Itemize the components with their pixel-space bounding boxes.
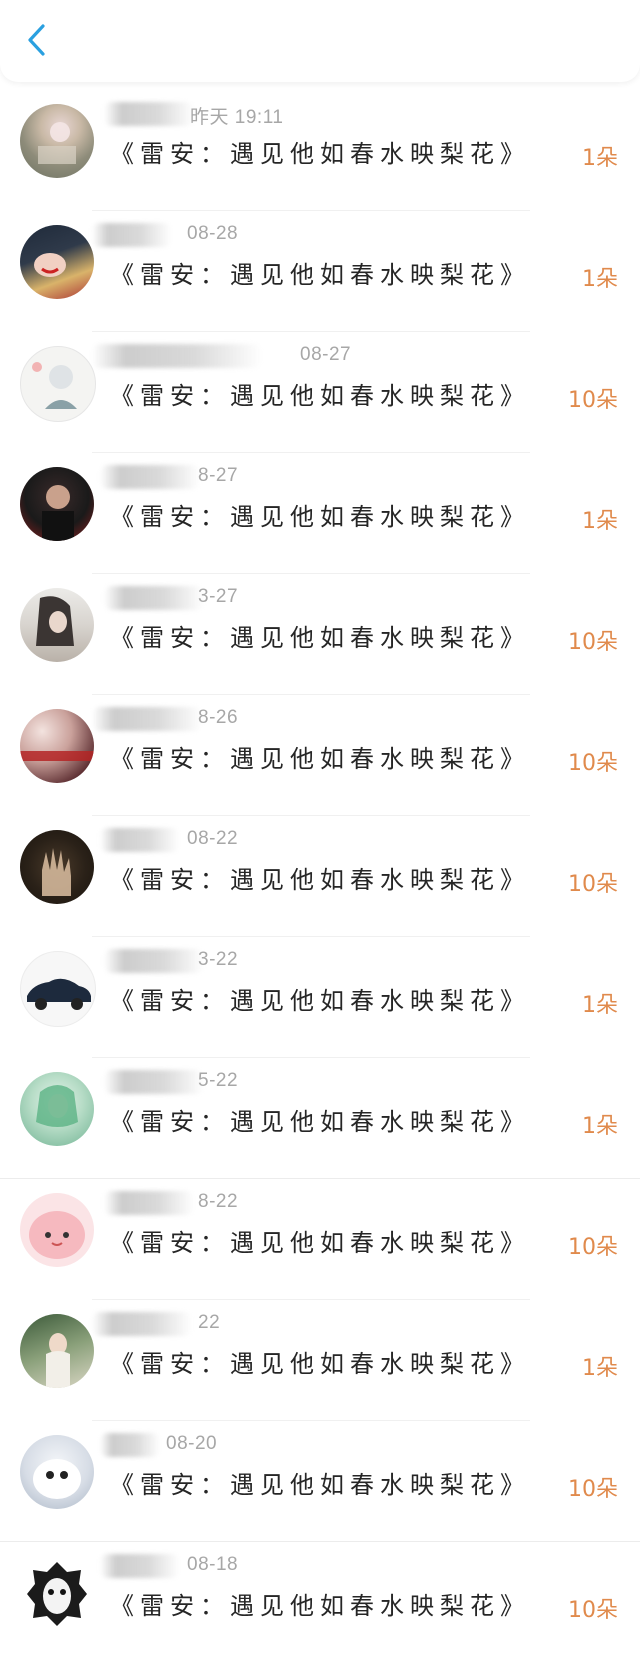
gift-list: 昨天 19:11 《雷安：遇见他如春水映梨花》 1朵 08-28 《雷安：遇见他… [0,90,640,1663]
avatar [20,1556,94,1630]
user-name-blurred [92,1312,192,1336]
list-item[interactable]: 08-18 《雷安：遇见他如春水映梨花》 10朵 [0,1542,640,1663]
user-name-blurred [104,586,204,610]
list-item[interactable]: 3-22 《雷安：遇见他如春水映梨花》 1朵 [0,937,640,1058]
gift-count: 1朵 [582,1356,618,1381]
timestamp: 3-22 [198,949,239,970]
gift-count: 10朵 [568,1235,618,1260]
list-item[interactable]: 8-27 《雷安：遇见他如春水映梨花》 1朵 [0,453,640,574]
avatar [20,830,94,904]
avatar [20,588,94,662]
timestamp: 08-28 [187,223,239,244]
item-title: 《雷安：遇见他如春水映梨花》 [110,1592,530,1620]
gift-count: 1朵 [582,267,618,292]
user-name-blurred [92,344,262,368]
user-name-blurred [104,102,194,126]
item-title: 《雷安：遇见他如春水映梨花》 [110,382,530,410]
user-name-blurred [104,1191,194,1215]
avatar [20,104,94,178]
list-item[interactable]: 5-22 《雷安：遇见他如春水映梨花》 1朵 [0,1058,640,1179]
list-item[interactable]: 昨天 19:11 《雷安：遇见他如春水映梨花》 1朵 [0,90,640,211]
gift-count: 1朵 [582,509,618,534]
user-name-blurred [100,465,200,489]
item-title: 《雷安：遇见他如春水映梨花》 [110,624,530,652]
avatar [20,951,96,1027]
timestamp: 08-22 [187,828,239,849]
chevron-left-icon [28,24,45,56]
list-item[interactable]: 8-22 《雷安：遇见他如春水映梨花》 10朵 [0,1179,640,1300]
gift-count: 1朵 [582,146,618,171]
avatar [20,467,94,541]
gift-count: 1朵 [582,1114,618,1139]
timestamp: 08-18 [187,1554,239,1575]
avatar [20,1314,94,1388]
list-item[interactable]: 08-20 《雷安：遇见他如春水映梨花》 10朵 [0,1421,640,1542]
item-title: 《雷安：遇见他如春水映梨花》 [110,987,530,1015]
item-title: 《雷安：遇见他如春水映梨花》 [110,1350,530,1378]
item-title: 《雷安：遇见他如春水映梨花》 [110,1471,530,1499]
gift-count: 10朵 [568,1477,618,1502]
user-name-blurred [100,828,180,852]
gift-count: 10朵 [568,751,618,776]
avatar [20,225,94,299]
user-name-blurred [92,707,202,731]
list-item[interactable]: 3-27 《雷安：遇见他如春水映梨花》 10朵 [0,574,640,695]
user-name-blurred [92,223,172,247]
gift-count: 10朵 [568,872,618,897]
avatar [20,1072,94,1146]
list-item[interactable]: 08-22 《雷安：遇见他如春水映梨花》 10朵 [0,816,640,937]
timestamp: 08-27 [300,344,352,365]
user-name-blurred [100,1554,180,1578]
top-bar [0,0,640,82]
avatar [20,709,94,783]
item-title: 《雷安：遇见他如春水映梨花》 [110,866,530,894]
timestamp: 22 [198,1312,221,1333]
gift-count: 10朵 [568,388,618,413]
list-item[interactable]: 8-26 《雷安：遇见他如春水映梨花》 10朵 [0,695,640,816]
list-item[interactable]: 08-27 《雷安：遇见他如春水映梨花》 10朵 [0,332,640,453]
avatar [20,1435,94,1509]
timestamp: 08-20 [166,1433,218,1454]
item-title: 《雷安：遇见他如春水映梨花》 [110,1108,530,1136]
timestamp: 昨天 19:11 [190,107,284,128]
gift-count: 1朵 [582,993,618,1018]
list-item[interactable]: 08-28 《雷安：遇见他如春水映梨花》 1朵 [0,211,640,332]
gift-records-screen: 昨天 19:11 《雷安：遇见他如春水映梨花》 1朵 08-28 《雷安：遇见他… [0,0,640,1668]
user-name-blurred [100,1433,160,1457]
avatar [20,1193,94,1267]
item-title: 《雷安：遇见他如春水映梨花》 [110,1229,530,1257]
timestamp: 8-22 [198,1191,239,1212]
gift-count: 10朵 [568,1598,618,1623]
item-title: 《雷安：遇见他如春水映梨花》 [110,261,530,289]
gift-count: 10朵 [568,630,618,655]
timestamp: 5-22 [198,1070,239,1091]
user-name-blurred [104,949,204,973]
timestamp: 8-27 [198,465,239,486]
timestamp: 3-27 [198,586,239,607]
item-title: 《雷安：遇见他如春水映梨花》 [110,140,530,168]
user-name-blurred [104,1070,204,1094]
back-button[interactable] [18,22,54,58]
item-title: 《雷安：遇见他如春水映梨花》 [110,503,530,531]
avatar [20,346,96,422]
timestamp: 8-26 [198,707,239,728]
item-title: 《雷安：遇见他如春水映梨花》 [110,745,530,773]
list-item[interactable]: 22 《雷安：遇见他如春水映梨花》 1朵 [0,1300,640,1421]
